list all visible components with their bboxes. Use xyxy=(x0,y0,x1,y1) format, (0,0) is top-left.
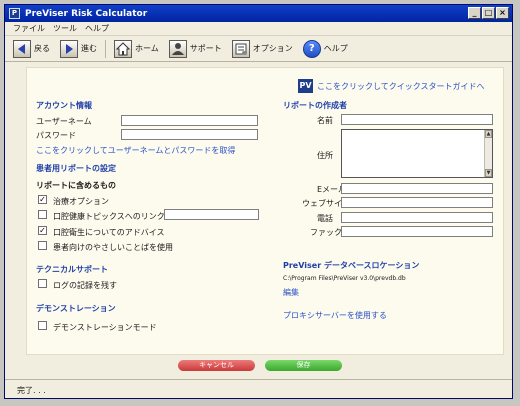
options-tool-icon xyxy=(231,39,250,58)
menu-file[interactable]: ファイル xyxy=(13,23,45,34)
arrow-left-icon xyxy=(13,39,31,58)
demo-heading: デモンストレーション xyxy=(36,304,116,313)
previser-logo: PV xyxy=(298,79,313,93)
author-address-label: 住所 xyxy=(317,151,333,160)
help-question-icon: ? xyxy=(302,39,321,58)
support-button[interactable]: サポート xyxy=(168,39,224,59)
forward-button[interactable]: 進む xyxy=(60,39,99,59)
support-label: サポート xyxy=(189,44,222,53)
oral-health-links-input[interactable] xyxy=(164,209,259,220)
help-label: ヘルプ xyxy=(323,44,348,53)
arrow-right-icon xyxy=(60,39,78,58)
title-bar[interactable]: P PreViser Risk Calculator _ □ × xyxy=(5,5,512,22)
options-button[interactable]: オプション xyxy=(231,39,295,59)
account-heading: アカウント情報 xyxy=(36,101,92,110)
app-icon: P xyxy=(9,8,20,19)
author-website-input[interactable] xyxy=(341,197,493,208)
author-phone-label: 電話 xyxy=(317,214,333,223)
demo-mode-checkbox[interactable] xyxy=(38,321,47,330)
author-phone-input[interactable] xyxy=(341,212,493,223)
help-button[interactable]: ? ヘルプ xyxy=(302,39,350,59)
demo-mode-label: デモンストレーションモード xyxy=(53,323,157,332)
treatment-options-label: 治療オプション xyxy=(53,197,109,206)
back-label: 戻る xyxy=(34,44,50,53)
quickstart-link[interactable]: ここをクリックしてクイックスタートガイドへ xyxy=(317,81,485,92)
author-heading: リポートの作成者 xyxy=(283,101,347,110)
password-label: パスワード xyxy=(36,131,76,140)
plain-language-checkbox[interactable] xyxy=(38,241,47,250)
treatment-options-checkbox[interactable]: ✓ xyxy=(38,195,47,204)
toolbar: 戻る 進む ホーム サポート オプション ? ヘルプ xyxy=(5,36,512,62)
home-button[interactable]: ホーム xyxy=(114,39,161,59)
report-includes-label: リポートに含めるもの xyxy=(36,181,116,190)
password-input[interactable] xyxy=(121,129,258,140)
hygiene-advice-label: 口腔衛生についてのアドバイス xyxy=(53,228,165,237)
options-label: オプション xyxy=(252,44,293,53)
close-button[interactable]: × xyxy=(496,7,509,19)
scroll-up-icon[interactable]: ▲ xyxy=(485,130,492,138)
author-name-label: 名前 xyxy=(317,116,333,125)
author-email-input[interactable] xyxy=(341,183,493,194)
db-location-heading: PreViser データベースロケーション xyxy=(283,261,420,270)
db-edit-link[interactable]: 編集 xyxy=(283,287,299,298)
author-address-textarea[interactable]: ▲ ▼ xyxy=(341,129,493,178)
hygiene-advice-checkbox[interactable]: ✓ xyxy=(38,226,47,235)
keep-log-checkbox[interactable] xyxy=(38,279,47,288)
scroll-down-icon[interactable]: ▼ xyxy=(485,169,492,177)
author-name-input[interactable] xyxy=(341,114,493,125)
status-text: 完了. . . xyxy=(17,386,46,395)
db-path: C:\Program Files\PreViser v3.0\prevdb.db xyxy=(283,275,406,282)
support-person-icon xyxy=(168,39,187,58)
menu-bar: ファイル ツール ヘルプ xyxy=(5,22,512,36)
app-window: P PreViser Risk Calculator _ □ × ファイル ツー… xyxy=(4,4,513,399)
minimize-button[interactable]: _ xyxy=(468,7,481,19)
maximize-button[interactable]: □ xyxy=(482,7,495,19)
home-label: ホーム xyxy=(135,44,159,53)
proxy-server-link[interactable]: プロキシサーバーを使用する xyxy=(283,310,387,321)
cancel-button[interactable]: キャンセル xyxy=(178,360,255,371)
forward-label: 進む xyxy=(81,44,97,53)
toolbar-separator xyxy=(105,39,106,58)
oral-health-links-checkbox[interactable] xyxy=(38,210,47,219)
oral-health-links-label: 口腔健康トピックスへのリンク xyxy=(53,212,165,221)
get-credentials-link[interactable]: ここをクリックしてユーザーネームとパスワードを取得 xyxy=(36,145,235,156)
address-scrollbar[interactable]: ▲ ▼ xyxy=(484,130,492,177)
home-icon xyxy=(114,39,132,58)
back-button[interactable]: 戻る xyxy=(13,39,52,59)
status-bar: 完了. . . xyxy=(5,379,512,398)
window-title: PreViser Risk Calculator xyxy=(25,8,148,19)
username-input[interactable] xyxy=(121,115,258,126)
settings-panel: PV ここをクリックしてクイックスタートガイドへ アカウント情報 ユーザーネーム… xyxy=(26,67,504,355)
menu-tools[interactable]: ツール xyxy=(53,23,77,34)
menu-help[interactable]: ヘルプ xyxy=(85,23,109,34)
patient-report-heading: 患者用リポートの設定 xyxy=(36,164,116,173)
author-fax-input[interactable] xyxy=(341,226,493,237)
tech-support-heading: テクニカルサポート xyxy=(36,265,108,274)
plain-language-label: 患者向けのやさしいことばを使用 xyxy=(53,243,173,252)
keep-log-label: ログの記録を残す xyxy=(53,281,117,290)
save-button[interactable]: 保存 xyxy=(265,360,342,371)
username-label: ユーザーネーム xyxy=(36,117,92,126)
